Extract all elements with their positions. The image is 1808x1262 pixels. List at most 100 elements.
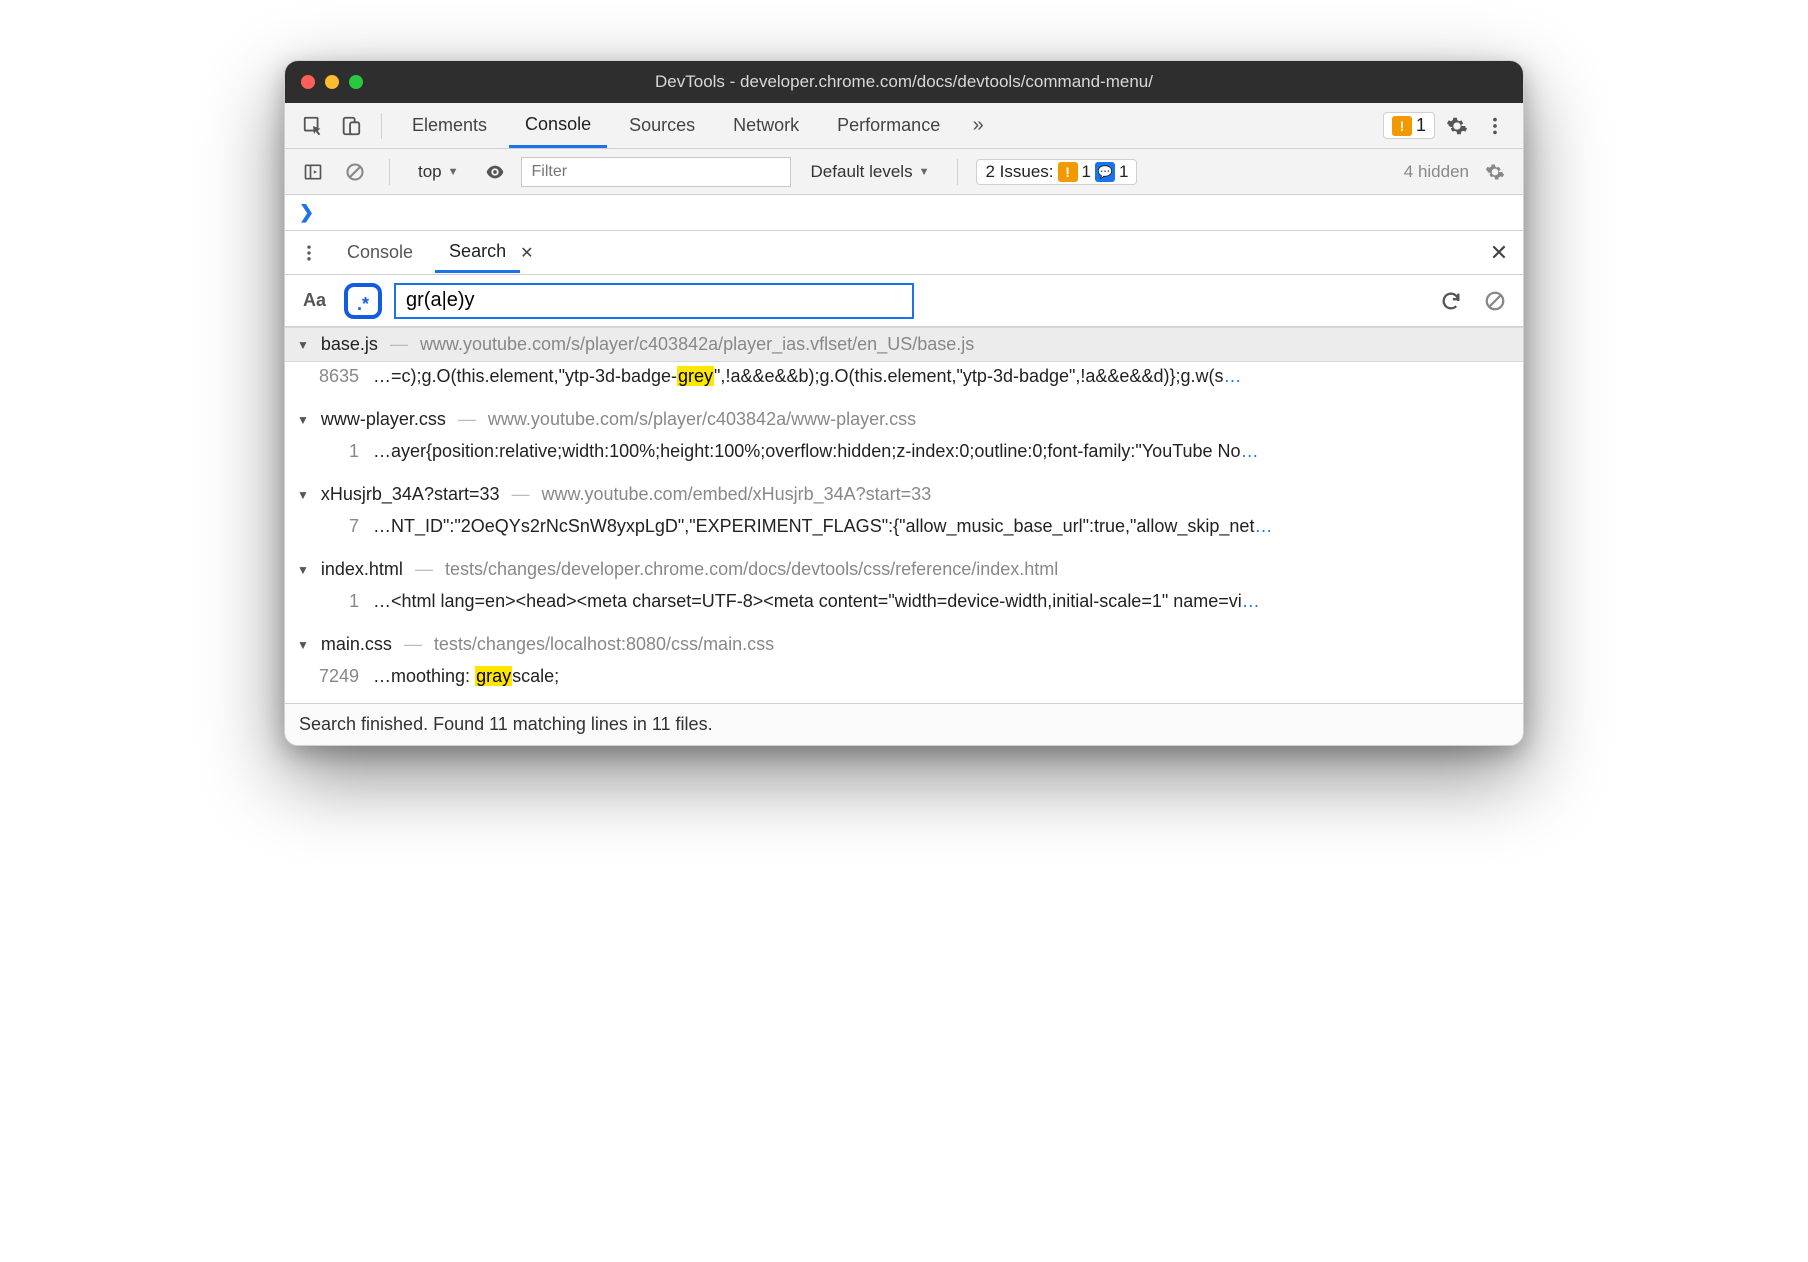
search-results: ▼ base.js — www.youtube.com/s/player/c40384… xyxy=(285,327,1523,703)
tabs-overflow-button[interactable]: » xyxy=(962,110,994,142)
result-filename: index.html xyxy=(321,559,403,580)
search-input[interactable] xyxy=(394,283,914,319)
separator: — xyxy=(512,484,530,505)
regex-button[interactable]: .* xyxy=(344,283,382,319)
result-snippet: …moothing: grayscale; xyxy=(373,666,1511,687)
divider xyxy=(381,113,382,139)
match-highlight: gray xyxy=(475,666,512,686)
minimize-window-button[interactable] xyxy=(325,75,339,89)
levels-label: Default levels xyxy=(811,162,913,182)
chevron-down-icon: ▼ xyxy=(919,166,930,178)
close-window-button[interactable] xyxy=(301,75,315,89)
result-filepath: tests/changes/localhost:8080/css/main.cs… xyxy=(434,634,774,655)
issues-warn-count: 1 xyxy=(1082,162,1091,182)
result-file-row[interactable]: ▼ xHusjrb_34A?start=33 — www.youtube.com/em… xyxy=(285,478,1523,512)
clear-console-icon[interactable] xyxy=(339,156,371,188)
issues-chip-count: 1 xyxy=(1416,115,1426,136)
kebab-menu-icon[interactable] xyxy=(1479,110,1511,142)
result-filepath: www.youtube.com/embed/xHusjrb_34A?start=… xyxy=(542,484,932,505)
drawer-tab-search[interactable]: Search xyxy=(435,233,520,273)
toggle-sidebar-icon[interactable] xyxy=(297,156,329,188)
line-number: 7 xyxy=(309,516,359,537)
result-filepath: www.youtube.com/s/player/c403842a/player… xyxy=(420,334,974,355)
prompt-caret-icon: ❯ xyxy=(299,202,314,223)
result-line-row[interactable]: 8635…=c);g.O(this.element,"ytp-3d-badge-… xyxy=(285,362,1523,403)
device-toolbar-icon[interactable] xyxy=(335,110,367,142)
warning-icon: ! xyxy=(1392,116,1412,136)
zoom-window-button[interactable] xyxy=(349,75,363,89)
issues-label: 2 Issues: xyxy=(985,162,1053,182)
match-highlight: grey xyxy=(677,366,714,386)
levels-dropdown[interactable]: Default levels ▼ xyxy=(801,158,940,186)
warning-icon: ! xyxy=(1058,162,1078,182)
truncation-ellipsis: … xyxy=(1223,366,1241,386)
issues-button[interactable]: 2 Issues: ! 1 💬 1 xyxy=(976,159,1137,185)
titlebar: DevTools - developer.chrome.com/docs/dev… xyxy=(285,61,1523,103)
result-snippet: …ayer{position:relative;width:100%;heigh… xyxy=(373,441,1511,462)
traffic-lights xyxy=(301,75,363,89)
truncation-ellipsis: … xyxy=(1241,441,1259,461)
live-expression-icon[interactable] xyxy=(479,156,511,188)
drawer-tabstrip: Console Search ✕ ✕ xyxy=(285,231,1523,275)
window-title: DevTools - developer.chrome.com/docs/dev… xyxy=(285,72,1523,92)
divider xyxy=(389,159,390,185)
tab-elements[interactable]: Elements xyxy=(396,105,503,146)
filter-input[interactable] xyxy=(521,157,791,187)
result-filename: www-player.css xyxy=(321,409,446,430)
result-snippet: …=c);g.O(this.element,"ytp-3d-badge-grey… xyxy=(373,366,1511,387)
clear-search-icon[interactable] xyxy=(1479,285,1511,317)
divider xyxy=(957,159,958,185)
result-line-row[interactable]: 1 …ayer{position:relative;width:100%;heig… xyxy=(285,437,1523,478)
console-toolbar: top ▼ Default levels ▼ 2 Issues: ! 1 💬 1… xyxy=(285,149,1523,195)
refresh-icon[interactable] xyxy=(1435,285,1467,317)
drawer-tab-console[interactable]: Console xyxy=(333,234,427,271)
result-snippet: …<html lang=en><head><meta charset=UTF-8… xyxy=(373,591,1511,612)
main-tabstrip: Elements Console Sources Network Perform… xyxy=(285,103,1523,149)
result-line-row[interactable]: 7249 …moothing: grayscale; xyxy=(285,662,1523,703)
settings-icon[interactable] xyxy=(1441,110,1473,142)
truncation-ellipsis: … xyxy=(1242,591,1260,611)
drawer-kebab-icon[interactable] xyxy=(293,237,325,269)
result-filename: base.js xyxy=(321,334,378,355)
separator: — xyxy=(404,634,422,655)
hidden-messages-label[interactable]: 4 hidden xyxy=(1404,162,1469,182)
separator: — xyxy=(458,409,476,430)
regex-label: .* xyxy=(357,295,369,313)
result-filename: main.css xyxy=(321,634,392,655)
line-number: 1 xyxy=(309,591,359,612)
result-snippet: …NT_ID":"2OeQYs2rNcSnW8yxpLgD","EXPERIME… xyxy=(373,516,1511,537)
search-toolbar: Aa .* xyxy=(285,275,1523,327)
line-number: 7249 xyxy=(309,666,359,687)
console-prompt[interactable]: ❯ xyxy=(285,195,1523,231)
result-file-row[interactable]: ▼ main.css — tests/changes/localhost:8080/c… xyxy=(285,628,1523,662)
result-filepath: tests/changes/developer.chrome.com/docs/… xyxy=(445,559,1058,580)
context-dropdown[interactable]: top ▼ xyxy=(408,158,469,186)
tab-console[interactable]: Console xyxy=(509,104,607,148)
result-file-row[interactable]: ▼ base.js — www.youtube.com/s/player/c40384… xyxy=(285,327,1523,362)
result-file-row[interactable]: ▼www-player.css—www.youtube.com/s/player… xyxy=(285,403,1523,437)
separator: — xyxy=(415,559,433,580)
status-bar: Search finished. Found 11 matching lines… xyxy=(285,703,1523,745)
tab-network[interactable]: Network xyxy=(717,105,815,146)
tab-sources[interactable]: Sources xyxy=(613,105,711,146)
separator: — xyxy=(390,334,408,355)
issues-chip[interactable]: ! 1 xyxy=(1383,112,1435,139)
chevron-down-icon: ▼ xyxy=(448,166,459,178)
inspect-element-icon[interactable] xyxy=(297,110,329,142)
line-number: 1 xyxy=(309,441,359,462)
devtools-window: DevTools - developer.chrome.com/docs/dev… xyxy=(284,60,1524,746)
tab-performance[interactable]: Performance xyxy=(821,105,956,146)
result-line-row[interactable]: 7 …NT_ID":"2OeQYs2rNcSnW8yxpLgD","EXPERIM… xyxy=(285,512,1523,553)
disclosure-triangle-icon: ▼ xyxy=(297,413,309,427)
disclosure-triangle-icon: ▼ xyxy=(297,488,309,502)
disclosure-triangle-icon: ▼ xyxy=(297,638,309,652)
match-case-button[interactable]: Aa xyxy=(297,286,332,315)
close-tab-button[interactable]: ✕ xyxy=(520,243,533,263)
console-settings-icon[interactable] xyxy=(1479,156,1511,188)
disclosure-triangle-icon: ▼ xyxy=(297,338,309,352)
result-filename: xHusjrb_34A?start=33 xyxy=(321,484,500,505)
close-drawer-button[interactable]: ✕ xyxy=(1483,237,1515,269)
result-file-row[interactable]: ▼index.html—tests/changes/developer.chro… xyxy=(285,553,1523,587)
truncation-ellipsis: … xyxy=(1254,516,1272,536)
result-line-row[interactable]: 1 …<html lang=en><head><meta charset=UTF-… xyxy=(285,587,1523,628)
